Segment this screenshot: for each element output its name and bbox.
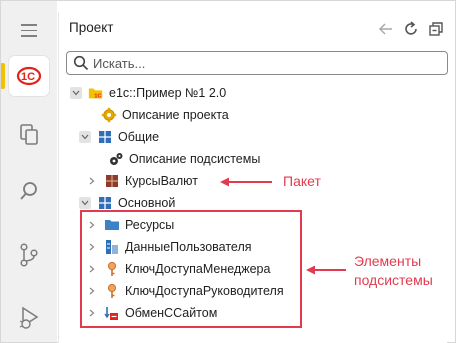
- elements-arrow-head: [306, 265, 315, 275]
- package-arrow-head: [220, 177, 229, 187]
- package-callout: Пакет: [283, 173, 321, 189]
- elements-callout-line1: Элементы: [354, 253, 422, 269]
- elements-callout-line2: подсистемы: [354, 272, 433, 288]
- subsystem-elements-highlight: [80, 210, 302, 328]
